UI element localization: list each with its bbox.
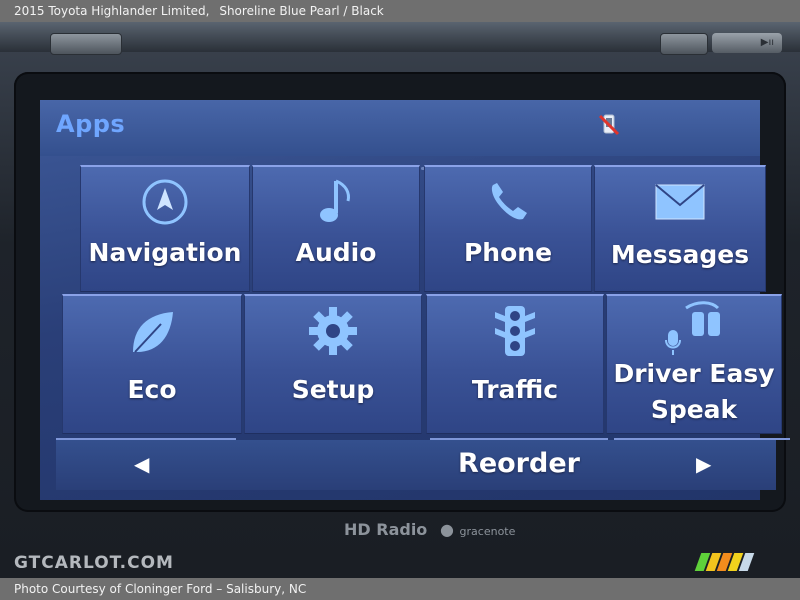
tile-label: Navigation [88,238,242,267]
watermark: GTCARLOT.COM [14,553,174,573]
envelope-icon [654,183,706,225]
gracenote-label: gracenote [459,525,516,538]
page-title: Apps [56,110,126,138]
tile-label: Traffic [471,375,559,404]
compass-icon [140,177,190,231]
tile-label: Audio [295,238,377,267]
hd-prefix: HD [344,520,371,539]
tile-label: Setup [291,375,375,404]
vehicle-color: Shoreline Blue Pearl / Black [219,4,384,18]
tile-eco[interactable]: Eco [62,294,242,434]
hd-radio-logo: HD Radio [344,520,427,539]
traffic-light-icon [493,304,537,362]
photo-caption-top: 2015 Toyota Highlander Limited, Shorelin… [0,0,800,22]
tile-driver-easy-speak[interactable]: Driver Easy Speak [606,294,782,434]
tile-label-line2: Speak [650,395,738,424]
tile-audio[interactable]: Audio [252,165,420,292]
driver-speak-icon [664,300,724,360]
leaf-icon [127,306,177,362]
bottom-bar [56,440,776,490]
tile-label: Eco [127,375,177,404]
hardware-button-mid[interactable] [660,33,708,55]
music-note-icon [314,175,358,233]
hd-radio-label: Radio [376,520,428,539]
tile-label: Driver Easy [613,359,775,388]
bottom-divider [614,438,790,440]
tile-label: Phone [463,238,553,267]
next-page-button[interactable]: ▶ [696,452,711,476]
tile-label: Messages [610,240,750,269]
tile-phone[interactable]: Phone [424,165,592,292]
bottom-divider [56,438,236,440]
hardware-button-left[interactable] [50,33,122,55]
tile-navigation[interactable]: Navigation [80,165,250,292]
gear-icon [306,304,360,362]
gracenote-mark-icon: ● [440,520,454,539]
bottom-divider [430,438,608,440]
gracenote-logo: ● gracenote [440,520,515,539]
tile-messages[interactable]: Messages [594,165,766,292]
tile-setup[interactable]: Setup [244,294,422,434]
play-pause-button[interactable]: ▶ıı [712,33,782,53]
vehicle-name: 2015 Toyota Highlander Limited, [14,4,210,18]
screen-header [40,100,760,156]
watermark-stripes [694,553,755,575]
phone-disconnected-icon [596,112,622,138]
photo-credit: Photo Courtesy of Cloninger Ford – Salis… [0,578,800,600]
tile-traffic[interactable]: Traffic [426,294,604,434]
reorder-button[interactable]: Reorder [430,448,608,479]
phone-handset-icon [483,177,533,231]
prev-page-button[interactable]: ◀ [134,452,149,476]
